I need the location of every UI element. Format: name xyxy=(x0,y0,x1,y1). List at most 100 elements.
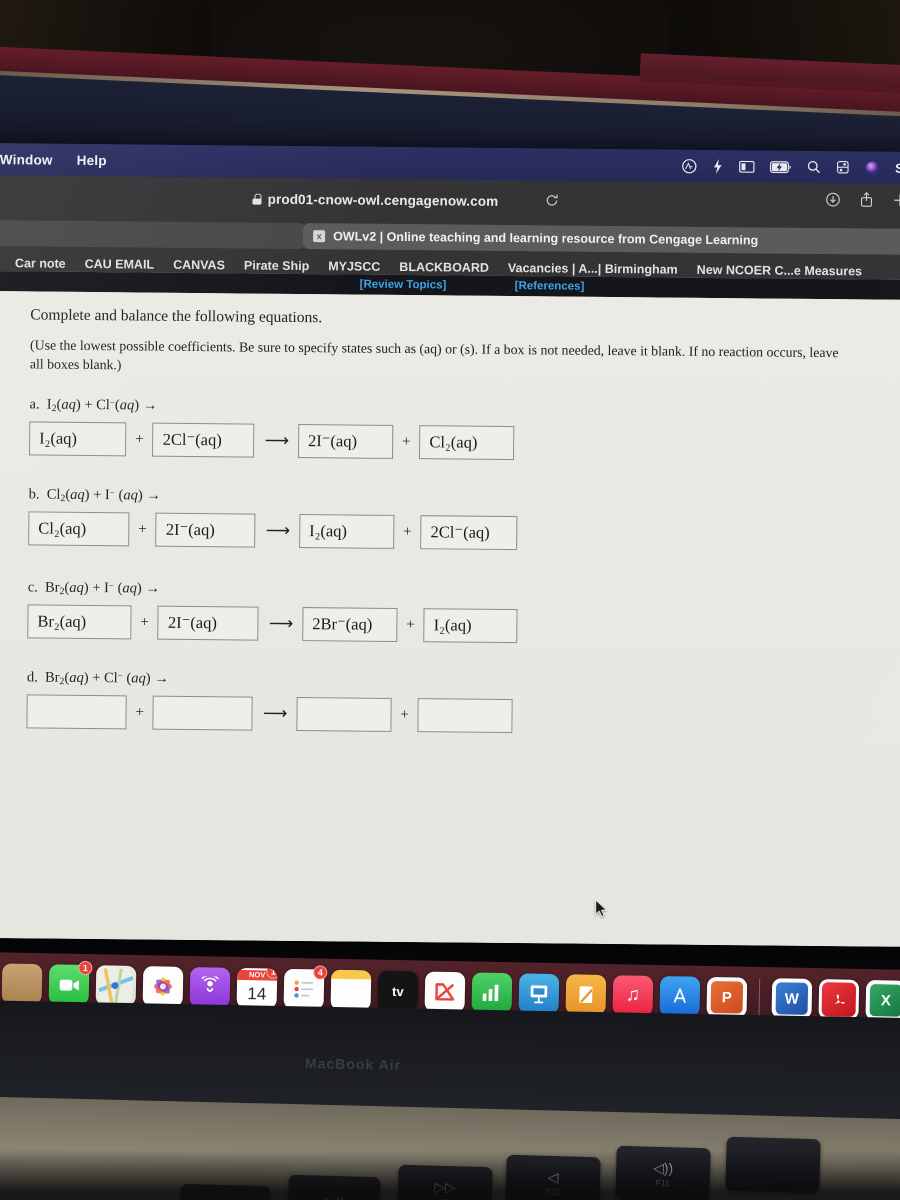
address-bar[interactable]: prod01-cnow-owl.cengagenow.com xyxy=(145,184,605,216)
operator-plus: + xyxy=(403,523,412,541)
news-icon[interactable] xyxy=(424,971,466,1019)
reaction-arrow: ⟶ xyxy=(262,704,287,724)
siri-icon[interactable] xyxy=(865,160,880,175)
answer-box-d-product1[interactable] xyxy=(296,697,392,733)
bookmark-myjscc[interactable]: MYJSCC xyxy=(328,259,380,273)
reaction-arrow: ⟶ xyxy=(265,521,290,541)
question-instructions: (Use the lowest possible coefficients. B… xyxy=(29,337,839,372)
question-a: a. I2(aq) + Cl−(aq) → I₂(aq) + 2Cl⁻(aq) … xyxy=(28,396,515,461)
menubar-username[interactable]: Su xyxy=(895,160,900,175)
screenshot-root: Window Help Su prod01-cnow-owl.cengageno… xyxy=(0,0,900,1200)
spotlight-search-icon[interactable] xyxy=(807,160,821,174)
word-letter: W xyxy=(784,989,800,1008)
pages-icon[interactable] xyxy=(565,974,607,1022)
word-icon[interactable]: W xyxy=(771,978,813,1019)
powerpoint-icon[interactable]: P xyxy=(706,976,748,1018)
keynote-icon[interactable] xyxy=(518,973,560,1021)
notes-icon[interactable] xyxy=(330,969,372,1011)
apple-tv-icon[interactable]: tv xyxy=(377,970,419,1019)
facetime-badge: 1 xyxy=(78,960,93,976)
music-icon[interactable]: ♫ xyxy=(612,975,654,1023)
answer-box-a-reactant2[interactable]: 2Cl⁻(aq) xyxy=(152,423,255,459)
answer-box-b-reactant2[interactable]: 2I⁻(aq) xyxy=(155,513,256,549)
bookmark-car-note[interactable]: Car note xyxy=(15,256,66,270)
menubar-status-area: Su xyxy=(682,150,900,184)
battery-charging-icon[interactable] xyxy=(770,160,792,173)
excel-icon[interactable]: X xyxy=(865,980,900,1021)
powerpoint-letter: P xyxy=(721,988,733,1006)
facetime-icon[interactable]: 1 xyxy=(48,960,93,1012)
grammarly-icon[interactable] xyxy=(712,158,724,174)
question-b: b. Cl2(aq) + I− (aq) → Cl₂(aq) + 2I⁻(aq)… xyxy=(28,486,518,551)
operator-plus: + xyxy=(135,704,145,721)
safari-chrome: ❮ prod01-cnow-owl.cengagenow.com xyxy=(0,174,900,280)
answer-box-b-reactant1[interactable]: Cl₂(aq) xyxy=(28,511,130,547)
display-icon[interactable] xyxy=(739,160,755,173)
operator-plus: + xyxy=(140,614,149,631)
answer-box-d-reactant1[interactable] xyxy=(26,694,127,730)
dock-divider xyxy=(758,978,761,1017)
question-d-label: d. Br2(aq) + Cl− (aq) → xyxy=(26,669,169,688)
review-topics-link[interactable]: [Review Topics] xyxy=(360,279,447,292)
lock-icon xyxy=(253,193,262,204)
finder-icon[interactable] xyxy=(1,963,43,1011)
bookmark-blackboard[interactable]: BLACKBOARD xyxy=(399,259,489,274)
question-a-row: I₂(aq) + 2Cl⁻(aq) ⟶ 2I⁻(aq) + Cl₂(aq) xyxy=(28,421,515,461)
control-center-icon[interactable] xyxy=(836,160,850,174)
question-d: d. Br2(aq) + Cl− (aq) → + ⟶ + xyxy=(26,669,513,734)
question-a-label: a. I2(aq) + Cl−(aq) → xyxy=(29,396,158,415)
tab-favicon: x xyxy=(313,230,326,243)
owl-page: [Review Topics] [References] ❮ Complete … xyxy=(0,270,900,947)
bookmark-canvas[interactable]: CANVAS xyxy=(173,257,225,271)
answer-box-c-product2[interactable]: I₂(aq) xyxy=(423,608,518,644)
reaction-arrow: ⟶ xyxy=(264,431,289,451)
answer-box-a-product2[interactable]: Cl₂(aq) xyxy=(419,425,515,461)
question-b-label: b. Cl2(aq) + I− (aq) → xyxy=(28,486,161,505)
calendar-icon[interactable]: NOV 14 1 xyxy=(236,967,278,1009)
reload-icon[interactable] xyxy=(545,193,558,210)
answer-box-b-product1[interactable]: I₂(aq) xyxy=(298,514,395,550)
creative-cloud-icon[interactable] xyxy=(682,158,697,173)
question-content: ❮ Complete and balance the following equ… xyxy=(0,290,900,947)
operator-plus: + xyxy=(135,431,144,448)
apple-tv-label: tv xyxy=(391,983,404,999)
answer-box-a-reactant1[interactable]: I₂(aq) xyxy=(28,421,127,457)
podcasts-icon[interactable] xyxy=(189,967,231,1015)
answer-box-b-product2[interactable]: 2Cl⁻(aq) xyxy=(420,515,518,551)
reminders-icon[interactable]: 4 xyxy=(283,965,328,1017)
bookmark-pirate-ship[interactable]: Pirate Ship xyxy=(244,258,309,273)
app-store-icon[interactable] xyxy=(659,976,701,1024)
downloads-icon[interactable] xyxy=(825,192,840,211)
tab-inactive[interactable] xyxy=(0,219,306,250)
menu-item-help[interactable]: Help xyxy=(77,152,107,167)
bookmark-cau-email[interactable]: CAU EMAIL xyxy=(85,256,155,271)
question-c: c. Br2(aq) + I− (aq) → Br₂(aq) + 2I⁻(aq)… xyxy=(27,579,518,644)
tab-owlv2[interactable]: x OWLv2 | Online teaching and learning r… xyxy=(302,223,900,255)
macbook-air-label: MacBook Air xyxy=(304,1055,402,1073)
answer-box-c-reactant1[interactable]: Br₂(aq) xyxy=(27,604,132,640)
maps-icon[interactable] xyxy=(95,965,137,1013)
acrobat-icon[interactable] xyxy=(818,979,860,1020)
answer-box-d-product2[interactable] xyxy=(417,698,513,734)
answer-box-d-reactant2[interactable] xyxy=(152,696,254,732)
numbers-icon[interactable] xyxy=(471,972,513,1020)
photos-icon[interactable] xyxy=(142,966,184,1014)
laptop-screen: Window Help Su prod01-cnow-owl.cengageno… xyxy=(0,143,900,947)
question-b-row: Cl₂(aq) + 2I⁻(aq) ⟶ I₂(aq) + 2Cl⁻(aq) xyxy=(28,511,518,551)
question-prompt: Complete and balance the following equat… xyxy=(30,306,323,327)
answer-box-a-product1[interactable]: 2I⁻(aq) xyxy=(297,424,394,460)
menu-item-window[interactable]: Window xyxy=(0,152,53,168)
answer-box-c-product1[interactable]: 2Br⁻(aq) xyxy=(302,607,398,643)
bookmark-ncoer[interactable]: New NCOER C...e Measures xyxy=(697,262,862,278)
answer-box-c-reactant2[interactable]: 2I⁻(aq) xyxy=(157,606,260,642)
question-c-label: c. Br2(aq) + I− (aq) → xyxy=(27,579,160,598)
operator-plus: + xyxy=(406,617,415,634)
new-tab-icon[interactable] xyxy=(892,192,900,211)
bookmark-vacancies[interactable]: Vacancies | A...| Birmingham xyxy=(508,261,678,277)
share-icon[interactable] xyxy=(859,191,873,211)
question-c-row: Br₂(aq) + 2I⁻(aq) ⟶ 2Br⁻(aq) + I₂(aq) xyxy=(27,604,518,644)
references-link[interactable]: [References] xyxy=(515,280,585,293)
calendar-day: 14 xyxy=(247,983,267,1003)
operator-plus: + xyxy=(138,521,147,538)
url-text: prod01-cnow-owl.cengagenow.com xyxy=(267,191,499,209)
